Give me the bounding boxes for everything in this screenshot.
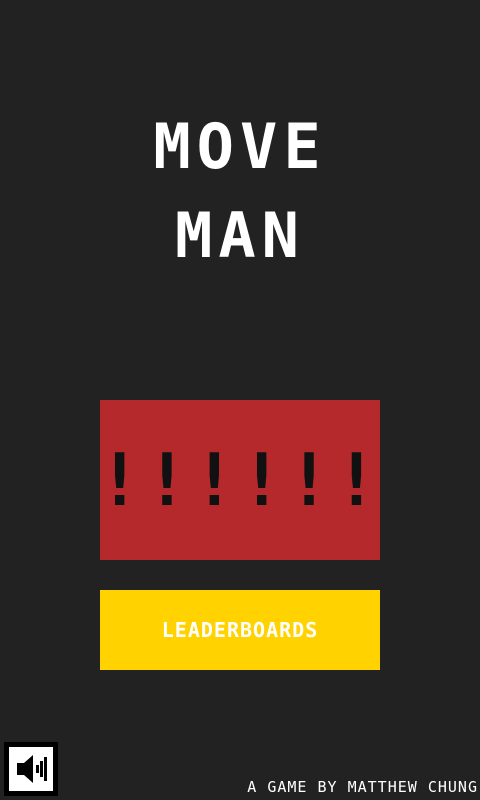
speaker-icon bbox=[17, 755, 47, 783]
sound-toggle-face bbox=[9, 747, 53, 791]
credit-text: A GAME BY MATTHEW CHUNG bbox=[247, 778, 478, 796]
play-button-label: !!!!!! bbox=[97, 438, 383, 522]
leaderboards-button-label: LEADERBOARDS bbox=[161, 618, 319, 642]
play-button[interactable]: !!!!!! bbox=[97, 400, 383, 560]
game-title-line-1: MOVE bbox=[153, 110, 327, 183]
game-title-line-2: MAN bbox=[175, 199, 305, 272]
sound-toggle-button[interactable] bbox=[4, 742, 58, 796]
leaderboards-button[interactable]: LEADERBOARDS bbox=[100, 590, 380, 670]
